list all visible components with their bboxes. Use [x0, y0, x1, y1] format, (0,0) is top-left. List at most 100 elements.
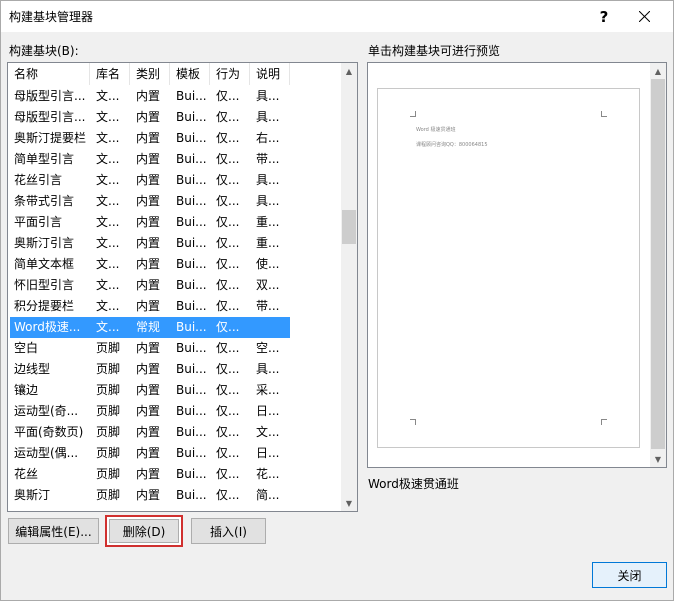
- cell-category: 常规: [136, 320, 161, 334]
- edit-properties-button[interactable]: 编辑属性(E)...: [8, 518, 99, 544]
- cell-category: 内置: [136, 236, 161, 250]
- preview-scroll-thumb[interactable]: [651, 79, 665, 449]
- cell-name: 奥斯汀: [14, 488, 51, 502]
- building-blocks-list[interactable]: 名称 库名 类别 模板 行为 说明 母版型引言... 文... 内置 Bui... 仅.…: [7, 62, 358, 512]
- cell-name: 母版型引言...: [14, 110, 86, 124]
- cell-category: 内置: [136, 110, 161, 124]
- table-row[interactable]: 平面(奇数页) 页脚 内置 Bui... 仅... 文...: [8, 422, 342, 443]
- scroll-down-icon[interactable]: ▼: [341, 495, 357, 511]
- cell-template: Bui...: [176, 152, 207, 166]
- table-row[interactable]: 条带式引言 文... 内置 Bui... 仅... 具...: [8, 191, 342, 212]
- table-row[interactable]: 怀旧型引言 文... 内置 Bui... 仅... 双...: [8, 275, 342, 296]
- cell-description: 花...: [256, 467, 280, 481]
- cell-name: 平面引言: [14, 215, 63, 229]
- column-header-description[interactable]: 说明: [250, 63, 290, 85]
- cell-name: 花丝: [14, 467, 39, 481]
- cell-behavior: 仅...: [216, 446, 240, 460]
- cell-description: 日...: [256, 404, 280, 418]
- list-scroll-thumb[interactable]: [342, 210, 356, 244]
- cell-description: 双...: [256, 278, 280, 292]
- cell-gallery: 文...: [96, 320, 120, 334]
- cell-name: 空白: [14, 341, 39, 355]
- cell-category: 内置: [136, 383, 161, 397]
- delete-button[interactable]: 删除(D): [109, 519, 179, 543]
- cell-name: 运动型(奇...: [14, 404, 79, 418]
- cell-name: 花丝引言: [14, 173, 63, 187]
- cell-name: 镶边: [14, 383, 39, 397]
- preview-scrollbar[interactable]: ▲ ▼: [650, 63, 666, 467]
- table-row[interactable]: 运动型(偶... 页脚 内置 Bui... 仅... 日...: [8, 443, 342, 464]
- title-bar: 构建基块管理器 ?: [1, 1, 673, 32]
- cell-name: 运动型(偶...: [14, 446, 79, 460]
- cell-template: Bui...: [176, 194, 207, 208]
- cell-category: 内置: [136, 341, 161, 355]
- help-button[interactable]: ?: [587, 1, 621, 32]
- cell-description: 简...: [256, 488, 280, 502]
- table-row[interactable]: 奥斯汀提要栏 文... 内置 Bui... 仅... 右...: [8, 128, 342, 149]
- scroll-up-icon[interactable]: ▲: [341, 63, 357, 79]
- selected-entry-name: Word极速贯通班: [368, 477, 459, 491]
- cell-description: 采...: [256, 383, 280, 397]
- table-row[interactable]: 积分提要栏 文... 内置 Bui... 仅... 带...: [8, 296, 342, 317]
- cell-template: Bui...: [176, 131, 207, 145]
- table-row[interactable]: 母版型引言... 文... 内置 Bui... 仅... 具...: [8, 86, 342, 107]
- cell-name: 奥斯汀提要栏: [14, 131, 87, 145]
- preview-label: 单击构建基块可进行预览: [368, 44, 501, 58]
- table-row[interactable]: 简单文本框 文... 内置 Bui... 仅... 使...: [8, 254, 342, 275]
- cell-category: 内置: [136, 278, 161, 292]
- table-row[interactable]: 花丝 页脚 内置 Bui... 仅... 花...: [8, 464, 342, 485]
- preview-scroll-down-icon[interactable]: ▼: [650, 451, 666, 467]
- column-header-gallery[interactable]: 库名: [90, 63, 130, 85]
- cell-template: Bui...: [176, 173, 207, 187]
- cell-gallery: 文...: [96, 89, 120, 103]
- cell-gallery: 文...: [96, 257, 120, 271]
- cell-category: 内置: [136, 257, 161, 271]
- cell-category: 内置: [136, 488, 161, 502]
- cell-behavior: 仅...: [216, 383, 240, 397]
- table-row[interactable]: 边线型 页脚 内置 Bui... 仅... 具...: [8, 359, 342, 380]
- cell-behavior: 仅...: [216, 362, 240, 376]
- cell-template: Bui...: [176, 299, 207, 313]
- table-row[interactable]: 简单型引言 文... 内置 Bui... 仅... 带...: [8, 149, 342, 170]
- list-scrollbar[interactable]: ▲ ▼: [341, 63, 357, 511]
- table-row[interactable]: 运动型(奇... 页脚 内置 Bui... 仅... 日...: [8, 401, 342, 422]
- cell-gallery: 文...: [96, 299, 120, 313]
- building-blocks-organizer-dialog: 构建基块管理器 ? 构建基块(B): 单击构建基块可进行预览 名称 库名 类别 …: [0, 0, 674, 601]
- close-window-button[interactable]: [627, 1, 661, 32]
- table-row[interactable]: 镶边 页脚 内置 Bui... 仅... 采...: [8, 380, 342, 401]
- preview-scroll-up-icon[interactable]: ▲: [650, 63, 666, 79]
- table-row[interactable]: 奥斯汀 页脚 内置 Bui... 仅... 简...: [8, 485, 342, 506]
- cell-behavior: 仅...: [216, 320, 240, 334]
- close-button[interactable]: 关闭: [592, 562, 667, 588]
- insert-button[interactable]: 插入(I): [191, 518, 266, 544]
- table-row[interactable]: 平面引言 文... 内置 Bui... 仅... 重...: [8, 212, 342, 233]
- table-row-selected[interactable]: Word极速... 文... 常规 Bui... 仅...: [8, 317, 342, 338]
- cell-template: Bui...: [176, 404, 207, 418]
- table-row[interactable]: 空白 页脚 内置 Bui... 仅... 空...: [8, 338, 342, 359]
- cell-description: 具...: [256, 194, 280, 208]
- cell-category: 内置: [136, 362, 161, 376]
- column-header-template[interactable]: 模板: [170, 63, 210, 85]
- table-row[interactable]: 花丝引言 文... 内置 Bui... 仅... 具...: [8, 170, 342, 191]
- preview-text-line-2: 课程顾问咨询QQ：800064815: [416, 142, 488, 148]
- cell-name: 简单文本框: [14, 257, 75, 271]
- cell-description: 具...: [256, 89, 280, 103]
- column-header-behavior[interactable]: 行为: [210, 63, 250, 85]
- column-header-name[interactable]: 名称: [8, 63, 90, 85]
- cell-behavior: 仅...: [216, 257, 240, 271]
- cell-gallery: 文...: [96, 152, 120, 166]
- cell-gallery: 页脚: [96, 404, 121, 418]
- table-row[interactable]: 母版型引言... 文... 内置 Bui... 仅... 具...: [8, 107, 342, 128]
- cell-behavior: 仅...: [216, 194, 240, 208]
- column-header-category[interactable]: 类别: [130, 63, 170, 85]
- cell-category: 内置: [136, 404, 161, 418]
- cell-gallery: 文...: [96, 110, 120, 124]
- cell-behavior: 仅...: [216, 152, 240, 166]
- cell-template: Bui...: [176, 278, 207, 292]
- cell-name: 边线型: [14, 362, 51, 376]
- table-row[interactable]: 奥斯汀引言 文... 内置 Bui... 仅... 重...: [8, 233, 342, 254]
- cell-gallery: 页脚: [96, 341, 121, 355]
- cell-gallery: 页脚: [96, 488, 121, 502]
- cell-behavior: 仅...: [216, 404, 240, 418]
- cell-category: 内置: [136, 152, 161, 166]
